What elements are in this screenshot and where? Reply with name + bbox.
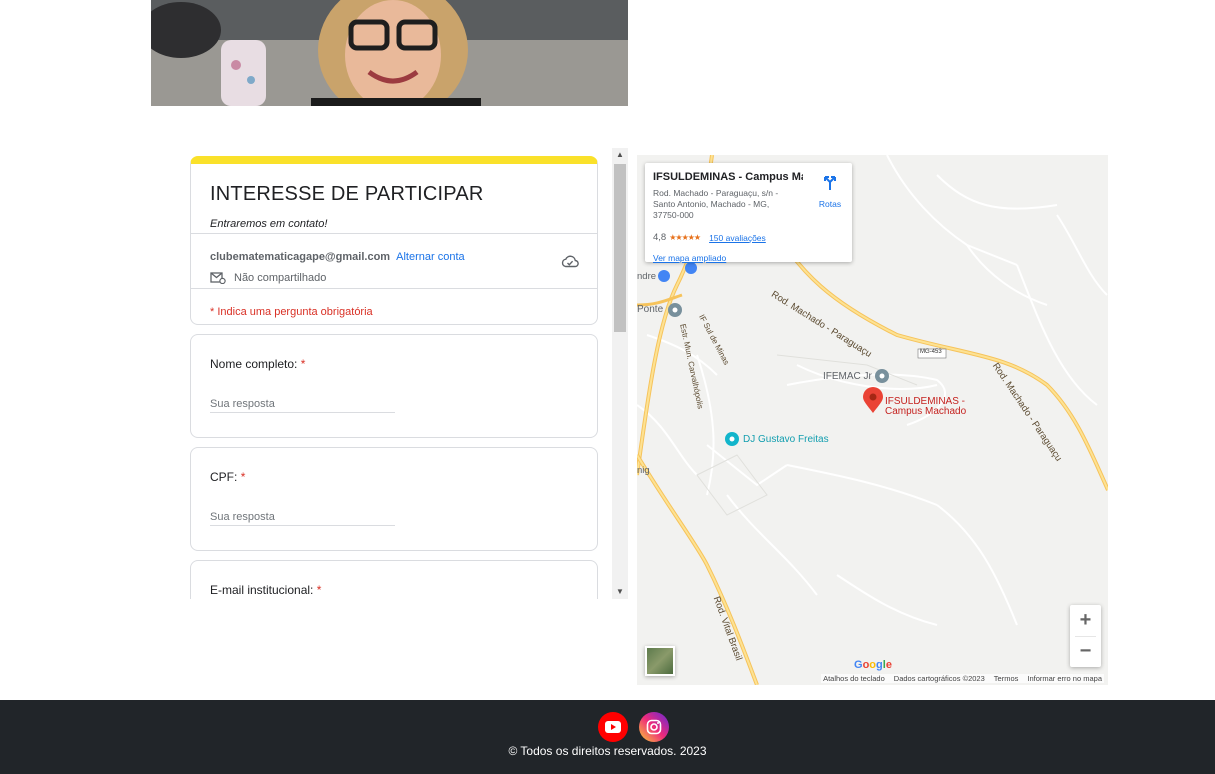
instagram-icon[interactable] xyxy=(639,712,669,742)
dj-label[interactable]: DJ Gustavo Freitas xyxy=(743,434,829,445)
divider xyxy=(191,233,597,234)
question-card-email: E-mail institucional: * xyxy=(190,560,598,599)
mail-lock-icon xyxy=(210,272,226,284)
directions-icon xyxy=(824,176,836,190)
question-text: CPF: xyxy=(210,470,238,484)
scroll-up-arrow-icon[interactable]: ▲ xyxy=(612,148,628,162)
form-title: INTERESSE DE PARTICIPAR xyxy=(210,183,484,205)
ifemac-label[interactable]: IFEMAC Jr xyxy=(823,371,872,382)
rating-value: 4,8 xyxy=(653,232,667,243)
reviews-link[interactable]: 150 avaliações xyxy=(709,233,766,243)
ponte-label: Ponte xyxy=(637,304,664,315)
question-label: CPF: * xyxy=(210,470,245,484)
divider xyxy=(191,288,597,289)
map-data-credit: Dados cartográficos ©2023 xyxy=(893,674,985,683)
footer: © Todos os direitos reservados. 2023 xyxy=(0,700,1215,774)
place-address: Rod. Machado - Paraguaçu, s/n - Santo An… xyxy=(653,188,779,220)
required-note: * Indica uma pergunta obrigatória xyxy=(210,306,373,318)
google-logo: Google xyxy=(854,659,892,671)
not-shared-label: Não compartilhado xyxy=(234,272,327,284)
account-email: clubematematicagape@gmail.com xyxy=(210,251,391,263)
form-embed: INTERESSE DE PARTICIPAR Entraremos em co… xyxy=(183,148,629,599)
required-asterisk: * xyxy=(300,357,306,371)
scroll-down-arrow-icon[interactable]: ▼ xyxy=(612,585,628,599)
question-label: Nome completo: * xyxy=(210,357,305,371)
directions-button[interactable]: Rotas xyxy=(815,173,845,209)
campus-marker-label[interactable]: IFSULDEMINAS - Campus Machado xyxy=(885,397,966,417)
place-title: IFSULDEMINAS - Campus Ma... xyxy=(653,171,803,183)
highway-shield: MG-453 xyxy=(920,349,942,355)
question-label: E-mail institucional: * xyxy=(210,583,321,597)
profile-photo xyxy=(151,0,628,106)
cloud-save-icon xyxy=(561,255,579,268)
google-map[interactable]: IFSULDEMINAS - Campus Machado IFEMAC Jr … xyxy=(637,155,1108,685)
keyboard-shortcuts-link[interactable]: Atalhos do teclado xyxy=(823,674,885,683)
map-attribution: Atalhos do teclado Dados cartográficos ©… xyxy=(821,674,1104,683)
directions-label: Rotas xyxy=(818,199,842,209)
required-asterisk: * xyxy=(240,470,246,484)
not-shared-status: Não compartilhado xyxy=(210,272,326,284)
question-card-cpf: CPF: * xyxy=(190,447,598,551)
form-scrollbar[interactable]: ▲ ▼ xyxy=(612,148,628,599)
place-partial-label: ndre xyxy=(637,271,657,282)
place-rating: 4,8 ★★★★★ 150 avaliações xyxy=(653,232,766,243)
terms-link[interactable]: Termos xyxy=(994,674,1019,683)
question-text: E-mail institucional: xyxy=(210,583,314,597)
zoom-out-button[interactable]: − xyxy=(1070,636,1101,667)
zoom-control: + − xyxy=(1070,605,1101,667)
satellite-toggle-button[interactable] xyxy=(645,646,675,676)
name-input[interactable] xyxy=(210,395,395,413)
form-description: Entraremos em contato! xyxy=(210,218,328,230)
switch-account-link[interactable]: Alternar conta xyxy=(396,251,464,263)
youtube-icon[interactable] xyxy=(598,712,628,742)
cpf-input[interactable] xyxy=(210,508,395,526)
question-card-name: Nome completo: * xyxy=(190,334,598,438)
account-info: clubematematicagape@gmail.com Alternar c… xyxy=(210,251,465,263)
copyright-text: © Todos os direitos reservados. 2023 xyxy=(508,744,707,758)
campus-label-line2: Campus Machado xyxy=(885,406,967,417)
scroll-thumb[interactable] xyxy=(614,164,626,332)
zoom-in-button[interactable]: + xyxy=(1070,605,1101,636)
star-rating-icon: ★★★★★ xyxy=(669,233,701,242)
report-error-link[interactable]: Informar erro no mapa xyxy=(1027,674,1102,683)
larger-map-link[interactable]: Ver mapa ampliado xyxy=(653,253,726,263)
form-header-card: INTERESSE DE PARTICIPAR Entraremos em co… xyxy=(190,156,598,325)
question-text: Nome completo: xyxy=(210,357,298,371)
place-partial-label-2: nig xyxy=(637,465,650,476)
required-asterisk: * xyxy=(316,583,322,597)
place-info-card: IFSULDEMINAS - Campus Ma... Rod. Machado… xyxy=(645,163,852,263)
